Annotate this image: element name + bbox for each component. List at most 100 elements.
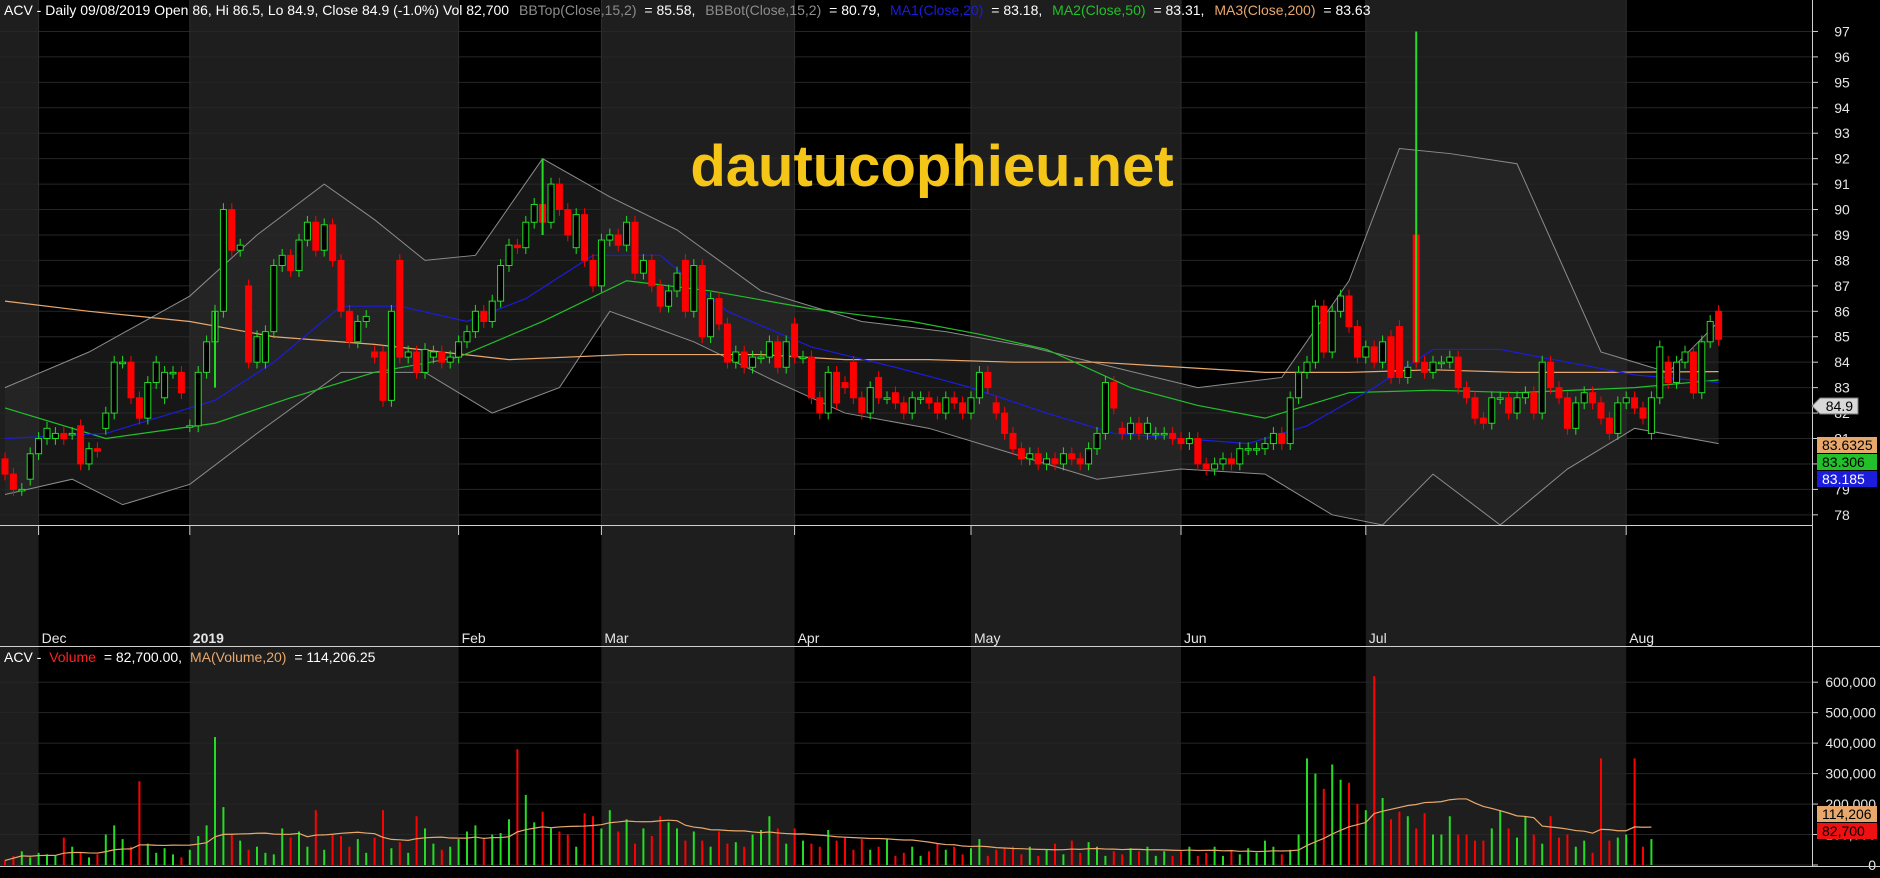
month-label: Aug xyxy=(1629,630,1654,646)
candle-body xyxy=(1538,361,1546,414)
candle-body xyxy=(480,310,488,322)
candle-body xyxy=(1051,458,1059,465)
candle-body xyxy=(505,244,513,267)
candle-body xyxy=(1463,387,1471,399)
candle-body xyxy=(1446,356,1454,363)
candle-body xyxy=(992,402,1000,414)
candle-body xyxy=(345,310,353,343)
candle-body xyxy=(908,397,916,414)
candle-body xyxy=(1681,351,1689,363)
candle-body xyxy=(782,341,790,368)
candle-body xyxy=(488,300,496,322)
candle-body xyxy=(1328,310,1336,353)
candle-body xyxy=(1295,371,1303,399)
candle-body xyxy=(1118,427,1126,434)
candle-body xyxy=(1689,351,1697,394)
candle-body xyxy=(1303,361,1311,373)
candle-body xyxy=(1530,392,1538,414)
price-tick-label: 83 xyxy=(1834,380,1850,396)
volume-label: Volume xyxy=(49,649,96,665)
candle-body xyxy=(883,397,891,400)
candle-body xyxy=(732,351,740,363)
ma2-badge: 83.306 xyxy=(1817,454,1877,470)
candle-body xyxy=(1152,432,1160,436)
candle-body xyxy=(169,371,177,375)
candle-body xyxy=(1244,448,1252,451)
candle-body xyxy=(1580,392,1588,404)
candle-body xyxy=(1,458,9,475)
stock-chart: 7879808182838485868788899091929394959697… xyxy=(0,0,1880,878)
candle-body xyxy=(1421,361,1429,373)
candle-body xyxy=(824,371,832,414)
volume-header: ACV - Volume = 82,700.00, MA(Volume,20) … xyxy=(4,649,376,665)
month-label: Dec xyxy=(42,630,67,646)
candle-body xyxy=(1253,448,1261,451)
candle-body xyxy=(1093,432,1101,450)
candle-body xyxy=(1496,397,1504,400)
candle-body xyxy=(740,351,748,368)
candle-body xyxy=(1345,295,1353,328)
candle-body xyxy=(1437,361,1445,365)
candle-body xyxy=(77,425,85,465)
candle-body xyxy=(68,432,76,436)
price-tick-label: 90 xyxy=(1834,202,1850,218)
candle-body xyxy=(1454,356,1462,389)
candle-body xyxy=(1605,417,1613,434)
price-tick-label: 96 xyxy=(1834,49,1850,65)
candle-body xyxy=(312,221,320,251)
candle-body xyxy=(362,315,370,322)
candle-body xyxy=(875,376,883,399)
volume-tick-label: 0 xyxy=(1868,857,1876,873)
candle-body xyxy=(1370,346,1378,363)
candle-body xyxy=(1001,412,1009,434)
candle-body xyxy=(379,351,387,401)
candle-body xyxy=(959,402,967,414)
candle-body xyxy=(1479,417,1487,424)
candle-body xyxy=(1379,341,1387,363)
candle-body xyxy=(791,323,799,358)
month-label: Jun xyxy=(1184,630,1207,646)
price-tick-label: 84 xyxy=(1834,354,1850,370)
candle-body xyxy=(1664,361,1672,384)
candle-body xyxy=(665,290,673,307)
price-tick-label: 89 xyxy=(1834,227,1850,243)
candle-body xyxy=(799,356,807,360)
candle-body xyxy=(1471,397,1479,419)
candle-body xyxy=(203,341,211,373)
candle-body xyxy=(446,356,454,363)
volume-ma-badge-text: 114,206 xyxy=(1822,806,1872,822)
month-label: 2019 xyxy=(193,630,224,646)
candle-body xyxy=(1059,453,1067,465)
candle-body xyxy=(681,259,689,312)
candle-body xyxy=(581,214,589,261)
candle-body xyxy=(1589,392,1597,404)
candle-body xyxy=(606,234,614,241)
candle-body xyxy=(1160,432,1168,436)
candle-body xyxy=(396,259,404,358)
candle-body xyxy=(564,209,572,236)
candle-body xyxy=(1404,366,1412,378)
candle-body xyxy=(1597,402,1605,419)
last-price-text: 84.9 xyxy=(1826,398,1853,414)
candle-body xyxy=(1555,387,1563,399)
candle-body xyxy=(135,397,143,419)
candle-body xyxy=(1311,305,1319,363)
candle-body xyxy=(891,392,899,404)
candle-body xyxy=(623,221,631,246)
candle-body xyxy=(161,371,169,399)
candle-body xyxy=(1715,310,1723,340)
ma1-label: MA1(Close,20) xyxy=(890,2,983,18)
candle-body xyxy=(925,397,933,404)
candle-body xyxy=(690,265,698,312)
candle-body xyxy=(555,183,563,211)
ma3-badge-text: 83.6325 xyxy=(1822,437,1873,453)
candle-body xyxy=(1706,320,1714,343)
volume-tick-label: 600,000 xyxy=(1825,674,1876,690)
candle-body xyxy=(631,221,639,274)
candle-body xyxy=(1202,463,1210,470)
price-tick-label: 86 xyxy=(1834,303,1850,319)
month-band xyxy=(601,0,795,866)
price-tick-label: 91 xyxy=(1834,176,1850,192)
volume-ma-label: MA(Volume,20) xyxy=(190,649,286,665)
candle-body xyxy=(858,397,866,414)
